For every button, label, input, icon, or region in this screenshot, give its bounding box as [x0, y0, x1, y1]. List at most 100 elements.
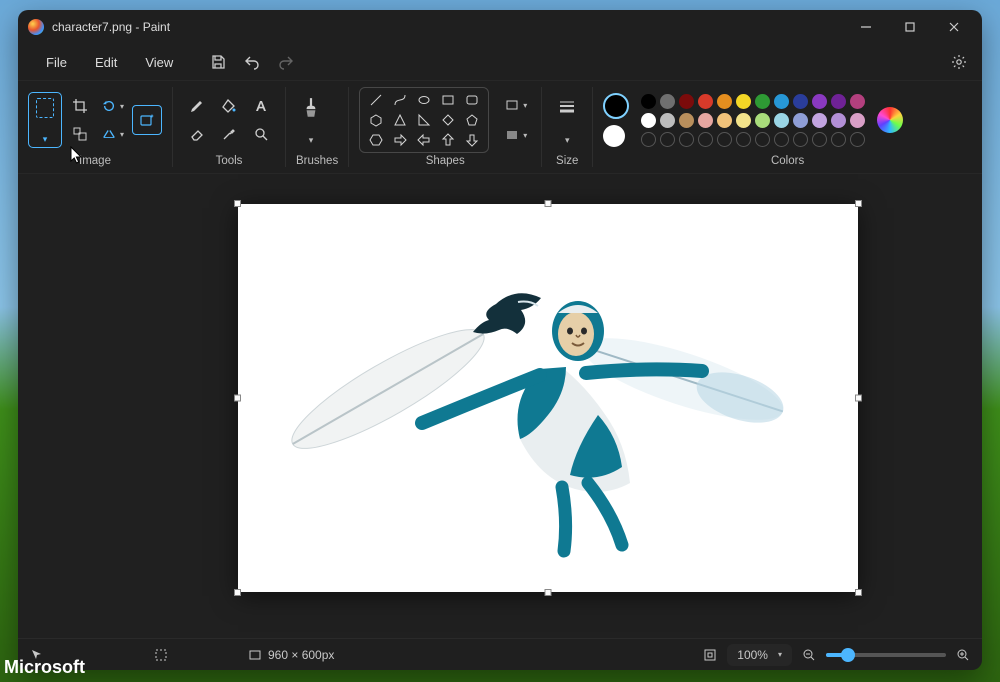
save-button[interactable] [201, 47, 235, 77]
resize-button[interactable] [66, 121, 94, 147]
menu-edit[interactable]: Edit [81, 49, 131, 76]
shape-roundrect-icon[interactable] [464, 92, 480, 108]
color-swatch[interactable] [812, 94, 827, 109]
size-button[interactable]: ▾ [552, 92, 582, 148]
resize-handle[interactable] [855, 589, 862, 596]
custom-color-slot[interactable] [850, 132, 865, 147]
resize-handle[interactable] [545, 589, 552, 596]
color-swatch[interactable] [831, 113, 846, 128]
color-swatch[interactable] [660, 94, 675, 109]
fill-tool[interactable] [215, 93, 243, 119]
brushes-button[interactable]: ▾ [296, 92, 326, 148]
shape-arrow-down-icon[interactable] [464, 132, 480, 148]
color-swatch[interactable] [793, 94, 808, 109]
shape-fill-button[interactable]: ▾ [501, 122, 531, 148]
resize-handle[interactable] [234, 589, 241, 596]
color-swatch[interactable] [717, 113, 732, 128]
crop-button[interactable] [66, 93, 94, 119]
shape-diamond-icon[interactable] [440, 112, 456, 128]
custom-color-slot[interactable] [831, 132, 846, 147]
canvas-size: 960 × 600px [248, 648, 334, 662]
color-swatch[interactable] [812, 113, 827, 128]
shape-arrow-left-icon[interactable] [416, 132, 432, 148]
shape-line-icon[interactable] [368, 92, 384, 108]
color-swatch[interactable] [660, 113, 675, 128]
canvas[interactable] [238, 204, 858, 592]
resize-handle[interactable] [855, 395, 862, 402]
shape-triangle-icon[interactable] [392, 112, 408, 128]
color-2[interactable] [603, 125, 625, 147]
custom-color-slot[interactable] [717, 132, 732, 147]
close-button[interactable] [932, 12, 976, 42]
shape-curve-icon[interactable] [392, 92, 408, 108]
custom-color-slot[interactable] [755, 132, 770, 147]
shape-oval-icon[interactable] [416, 92, 432, 108]
group-brushes: ▾ Brushes [286, 81, 348, 173]
settings-button[interactable] [942, 47, 976, 77]
color-swatch[interactable] [679, 113, 694, 128]
color-swatch[interactable] [698, 113, 713, 128]
resize-handle[interactable] [855, 200, 862, 207]
color-swatch[interactable] [755, 94, 770, 109]
color-swatch[interactable] [793, 113, 808, 128]
color-swatch[interactable] [774, 113, 789, 128]
rotate-button[interactable]: ▾ [98, 93, 128, 119]
shape-right-triangle-icon[interactable] [416, 112, 432, 128]
shape-outline-button[interactable]: ▾ [501, 92, 531, 118]
shape-rect-icon[interactable] [440, 92, 456, 108]
shape-arrow-up-icon[interactable] [440, 132, 456, 148]
color-swatch[interactable] [736, 94, 751, 109]
custom-color-slot[interactable] [793, 132, 808, 147]
custom-color-slot[interactable] [679, 132, 694, 147]
save-icon [210, 54, 226, 70]
color-swatch[interactable] [641, 113, 656, 128]
color-picker-tool[interactable] [215, 121, 243, 147]
resize-handle[interactable] [234, 200, 241, 207]
select-tool[interactable]: ▾ [28, 92, 62, 148]
menu-file[interactable]: File [32, 49, 81, 76]
custom-color-slot[interactable] [774, 132, 789, 147]
color-swatch[interactable] [679, 94, 694, 109]
color-swatch[interactable] [850, 113, 865, 128]
fit-to-window-button[interactable] [703, 648, 717, 662]
custom-color-slot[interactable] [736, 132, 751, 147]
menu-view[interactable]: View [131, 49, 187, 76]
custom-color-slot[interactable] [698, 132, 713, 147]
color-swatch[interactable] [831, 94, 846, 109]
color-swatch[interactable] [698, 94, 713, 109]
flip-button[interactable]: ▾ [98, 121, 128, 147]
custom-color-slot[interactable] [660, 132, 675, 147]
custom-color-slot[interactable] [641, 132, 656, 147]
color-swatch[interactable] [641, 94, 656, 109]
eraser-tool[interactable] [183, 121, 211, 147]
undo-button[interactable] [235, 47, 269, 77]
canvas-area[interactable] [18, 174, 982, 638]
shape-hexagon-icon[interactable] [368, 132, 384, 148]
color-swatch[interactable] [755, 113, 770, 128]
redo-button[interactable] [269, 47, 303, 77]
shape-arrow-right-icon[interactable] [392, 132, 408, 148]
maximize-button[interactable] [888, 12, 932, 42]
shapes-gallery[interactable] [359, 87, 489, 153]
image-ai-button[interactable] [132, 105, 162, 135]
shape-polygon-icon[interactable] [368, 112, 384, 128]
color-swatch[interactable] [717, 94, 732, 109]
text-tool[interactable] [247, 93, 275, 119]
color-swatch[interactable] [736, 113, 751, 128]
pencil-tool[interactable] [183, 93, 211, 119]
resize-handle[interactable] [234, 395, 241, 402]
magnifier-tool[interactable] [247, 121, 275, 147]
minimize-button[interactable] [844, 12, 888, 42]
color-1[interactable] [603, 93, 629, 119]
color-swatch[interactable] [850, 94, 865, 109]
resize-handle[interactable] [545, 200, 552, 207]
shape-pentagon-icon[interactable] [464, 112, 480, 128]
color-swatch[interactable] [774, 94, 789, 109]
custom-color-slot[interactable] [812, 132, 827, 147]
zoom-text: 100% [737, 648, 768, 662]
zoom-in-button[interactable] [956, 648, 970, 662]
zoom-slider[interactable] [826, 653, 946, 657]
zoom-level[interactable]: 100% ▾ [727, 644, 792, 666]
edit-colors-button[interactable] [877, 107, 903, 133]
zoom-out-button[interactable] [802, 648, 816, 662]
